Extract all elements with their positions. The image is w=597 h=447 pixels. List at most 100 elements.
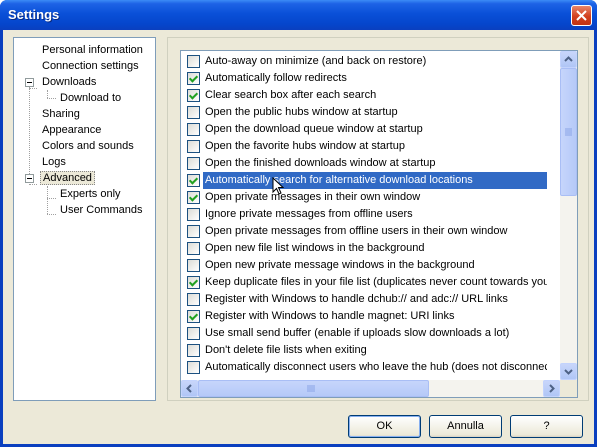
scrollbar-corner: [560, 380, 577, 397]
settings-tree[interactable]: Personal information Connection settings…: [13, 37, 156, 401]
option-row[interactable]: Open the finished downloads window at st…: [181, 155, 551, 172]
option-checkbox[interactable]: [187, 208, 200, 221]
tree-item-advanced[interactable]: Advanced: [40, 170, 95, 186]
tree-item-downloads[interactable]: Downloads: [40, 74, 98, 90]
option-label: Automatically follow redirects: [205, 72, 347, 84]
option-row[interactable]: Open new private message windows in the …: [181, 257, 551, 274]
option-row[interactable]: Open the download queue window at startu…: [181, 121, 551, 138]
option-row[interactable]: Open new file list windows in the backgr…: [181, 240, 551, 257]
tree-item-label: User Commands: [60, 204, 143, 216]
option-label: Use small send buffer (enable if uploads…: [205, 327, 510, 339]
option-label: Open new file list windows in the backgr…: [205, 242, 425, 254]
collapse-advanced-icon[interactable]: [25, 174, 34, 183]
option-row[interactable]: Clear search box after each search: [181, 87, 551, 104]
grip-icon: [307, 385, 315, 392]
option-label: Clear search box after each search: [205, 89, 377, 101]
option-row[interactable]: Use small send buffer (enable if uploads…: [181, 325, 551, 342]
tree-item-label: Logs: [42, 156, 66, 168]
option-row[interactable]: Automatically disconnect users who leave…: [181, 359, 551, 376]
help-button[interactable]: ?: [510, 415, 583, 438]
title-bar[interactable]: Settings: [0, 0, 597, 30]
option-checkbox[interactable]: [187, 72, 200, 85]
tree-item-label: Advanced: [40, 171, 95, 185]
option-checkbox[interactable]: [187, 89, 200, 102]
tree-item-appearance[interactable]: Appearance: [40, 122, 103, 138]
tree-item-label: Personal information: [42, 44, 143, 56]
option-checkbox[interactable]: [187, 327, 200, 340]
option-row[interactable]: Open private messages from offline users…: [181, 223, 551, 240]
option-label: Open the download queue window at startu…: [205, 123, 423, 135]
option-checkbox[interactable]: [187, 123, 200, 136]
option-checkbox[interactable]: [187, 106, 200, 119]
option-checkbox[interactable]: [187, 157, 200, 170]
scroll-down-button[interactable]: [560, 363, 577, 380]
option-checkbox[interactable]: [187, 174, 200, 187]
option-label: Open the public hubs window at startup: [205, 106, 398, 118]
chevron-down-icon: [564, 369, 573, 375]
option-row[interactable]: Open the public hubs window at startup: [181, 104, 551, 121]
cancel-button[interactable]: Annulla: [429, 415, 502, 438]
option-row[interactable]: Keep duplicate files in your file list (…: [181, 274, 551, 291]
option-checkbox[interactable]: [187, 140, 200, 153]
option-checkbox[interactable]: [187, 242, 200, 255]
option-label: Don't delete file lists when exiting: [205, 344, 367, 356]
option-label: Open private messages in their own windo…: [205, 191, 421, 203]
close-icon: [576, 10, 587, 21]
option-checkbox[interactable]: [187, 361, 200, 374]
option-checkbox[interactable]: [187, 259, 200, 272]
option-label: Keep duplicate files in your file list (…: [205, 276, 547, 288]
ok-button[interactable]: OK: [348, 415, 421, 438]
option-label: Register with Windows to handle magnet: …: [205, 310, 455, 322]
tree-item-download-to[interactable]: Download to: [58, 90, 123, 106]
tree-item-colors-and-sounds[interactable]: Colors and sounds: [40, 138, 136, 154]
horizontal-scrollbar[interactable]: [181, 380, 560, 397]
option-row[interactable]: Automatically follow redirects: [181, 70, 551, 87]
vertical-scroll-thumb[interactable]: [560, 68, 577, 196]
settings-panel: Auto-away on minimize (and back on resto…: [167, 37, 589, 401]
option-checkbox[interactable]: [187, 55, 200, 68]
option-row[interactable]: Don't delete file lists when exiting: [181, 342, 551, 359]
option-row[interactable]: Register with Windows to handle magnet: …: [181, 308, 551, 325]
options-checklist[interactable]: Auto-away on minimize (and back on resto…: [180, 50, 578, 398]
tree-item-personal-information[interactable]: Personal information: [40, 42, 145, 58]
option-checkbox[interactable]: [187, 310, 200, 323]
tree-item-label: Colors and sounds: [42, 140, 134, 152]
option-checkbox[interactable]: [187, 276, 200, 289]
tree-item-label: Downloads: [42, 76, 97, 88]
dialog-client-area: Personal information Connection settings…: [3, 30, 594, 444]
option-row[interactable]: Open private messages in their own windo…: [181, 189, 551, 206]
option-row-selected[interactable]: Automatically search for alternative dow…: [181, 172, 551, 195]
tree-item-label: Sharing: [42, 108, 80, 120]
option-label: Open new private message windows in the …: [205, 259, 475, 271]
chevron-left-icon: [186, 384, 192, 393]
settings-window: Settings Personal information Connection…: [0, 0, 597, 447]
option-checkbox[interactable]: [187, 191, 200, 204]
chevron-up-icon: [564, 56, 573, 62]
close-button[interactable]: [571, 5, 592, 26]
option-row[interactable]: Ignore private messages from offline use…: [181, 206, 551, 223]
tree-item-experts-only[interactable]: Experts only: [58, 186, 123, 202]
tree-item-label: Appearance: [42, 124, 102, 136]
option-checkbox[interactable]: [187, 344, 200, 357]
tree-item-sharing[interactable]: Sharing: [40, 106, 82, 122]
chevron-right-icon: [549, 384, 555, 393]
horizontal-scroll-thumb[interactable]: [198, 380, 429, 397]
scroll-left-button[interactable]: [181, 380, 198, 397]
option-row[interactable]: Register with Windows to handle dchub://…: [181, 291, 551, 308]
tree-item-user-commands[interactable]: User Commands: [58, 202, 145, 218]
collapse-downloads-icon[interactable]: [25, 78, 34, 87]
tree-item-logs[interactable]: Logs: [40, 154, 68, 170]
option-checkbox[interactable]: [187, 225, 200, 238]
scroll-up-button[interactable]: [560, 51, 577, 68]
scroll-right-button[interactable]: [543, 380, 560, 397]
option-label: Automatically search for alternative dow…: [203, 172, 547, 189]
tree-item-label: Download to: [60, 92, 122, 104]
option-label: Open the favorite hubs window at startup: [205, 140, 405, 152]
option-checkbox[interactable]: [187, 293, 200, 306]
grip-icon: [565, 128, 572, 136]
window-title: Settings: [8, 7, 60, 22]
tree-item-connection-settings[interactable]: Connection settings: [40, 58, 141, 74]
option-row[interactable]: Open the favorite hubs window at startup: [181, 138, 551, 155]
vertical-scrollbar[interactable]: [560, 51, 577, 380]
option-row[interactable]: Auto-away on minimize (and back on resto…: [181, 53, 551, 70]
